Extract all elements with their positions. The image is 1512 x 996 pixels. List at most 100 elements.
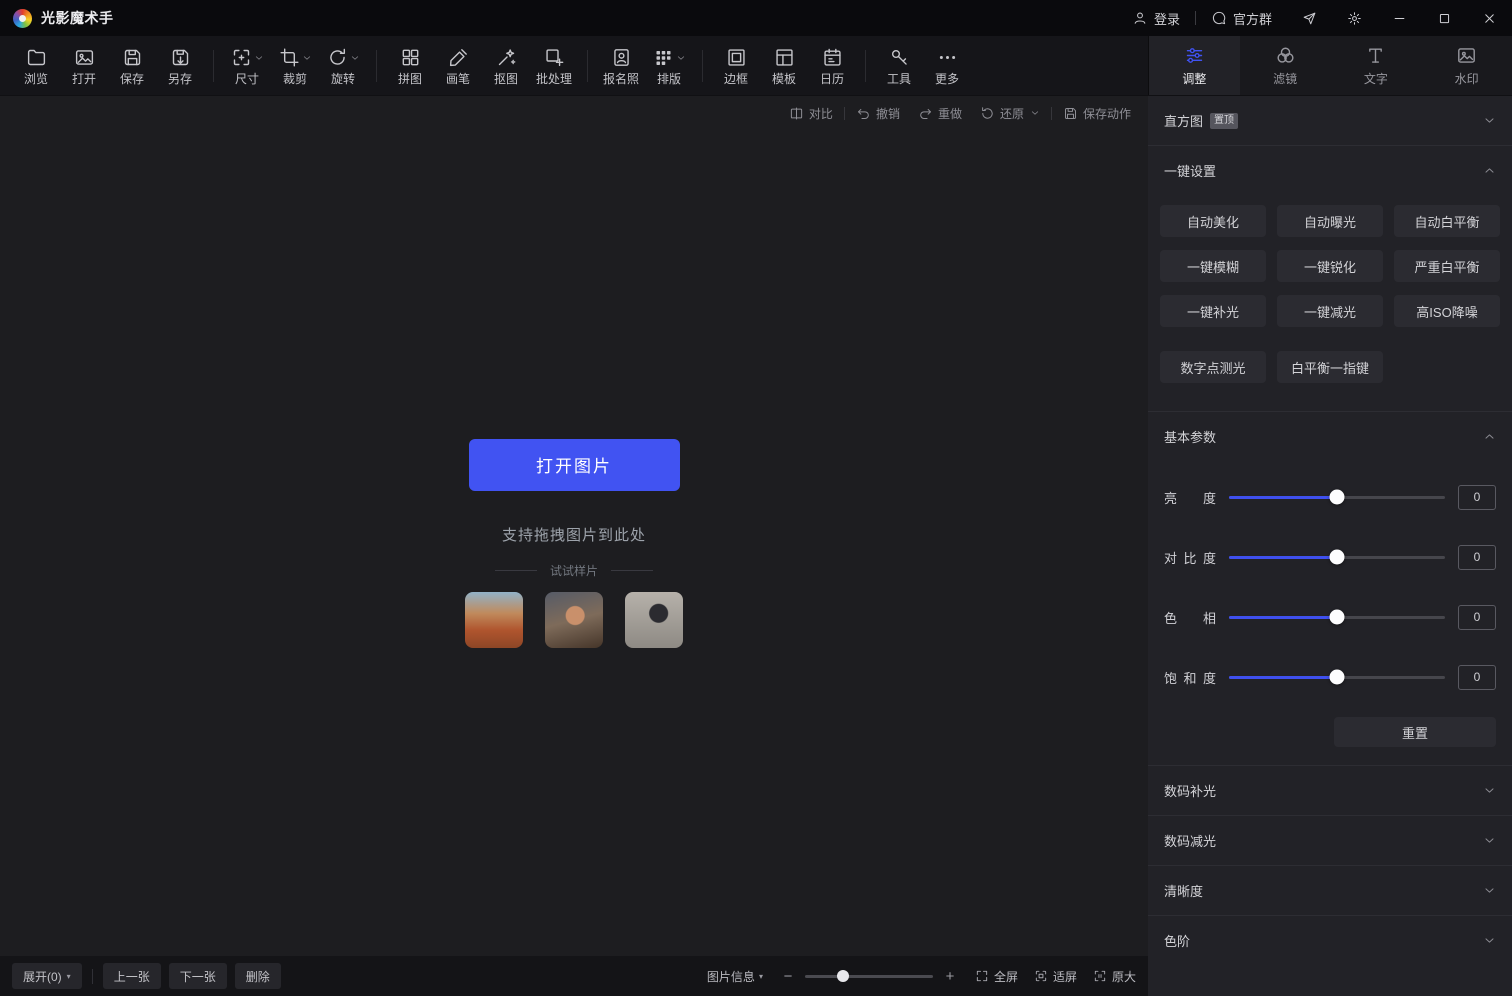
toolbar-save-label: 保存: [120, 73, 144, 85]
toolbar-more-button[interactable]: 更多: [923, 39, 971, 93]
tab-watermark[interactable]: 水印: [1421, 36, 1512, 95]
expand-button[interactable]: 展开(0) ▾: [12, 963, 82, 989]
toolbar-calendar-button[interactable]: 日历: [808, 39, 856, 93]
zoom-slider-thumb[interactable]: [837, 970, 849, 982]
save-action-button[interactable]: 保存动作: [1054, 96, 1140, 130]
toolbar-layout-button[interactable]: 排版: [645, 39, 693, 93]
toolbar-id-photo-button[interactable]: 报名照: [597, 39, 645, 93]
open-image-button[interactable]: 打开图片: [469, 439, 680, 491]
one-key-blur-button[interactable]: 一键模糊: [1160, 250, 1266, 282]
template-icon: [774, 47, 795, 68]
one-key-sharpen-button[interactable]: 一键锐化: [1277, 250, 1383, 282]
pin-top-badge[interactable]: 置顶: [1210, 113, 1238, 129]
login-button[interactable]: 登录: [1117, 0, 1195, 36]
toolbar-save-button[interactable]: 保存: [108, 39, 156, 93]
zoom-controls: − +: [781, 969, 957, 984]
toolbar-tools-button[interactable]: 工具: [875, 39, 923, 93]
zoom-in-button[interactable]: +: [943, 969, 957, 984]
toolbar-open-button[interactable]: 打开: [60, 39, 108, 93]
contrast-slider-thumb[interactable]: [1330, 550, 1345, 565]
prev-image-button[interactable]: 上一张: [103, 963, 161, 989]
severe-white-balance-button[interactable]: 严重白平衡: [1394, 250, 1500, 282]
digital-fill-light-section-header[interactable]: 数码补光: [1148, 766, 1512, 815]
saturation-slider[interactable]: [1229, 676, 1445, 679]
toolbar-brush-button[interactable]: 画笔: [434, 39, 482, 93]
toolbar-crop-button[interactable]: 裁剪: [271, 39, 319, 93]
contrast-slider[interactable]: [1229, 556, 1445, 559]
auto-beautify-button[interactable]: 自动美化: [1160, 205, 1266, 237]
undo-button[interactable]: 撤销: [847, 96, 909, 130]
saturation-value-input[interactable]: 0: [1458, 665, 1496, 690]
frame-icon: [726, 47, 747, 68]
minimize-button[interactable]: [1377, 0, 1422, 36]
drop-hint-text: 支持拖拽图片到此处: [502, 524, 646, 545]
basic-params-section-header[interactable]: 基本参数: [1148, 412, 1512, 461]
toolbar-browse-button[interactable]: 浏览: [12, 39, 60, 93]
chat-icon: [1211, 10, 1227, 26]
hue-slider-thumb[interactable]: [1330, 610, 1345, 625]
restore-button[interactable]: 还原: [971, 96, 1049, 130]
next-image-button[interactable]: 下一张: [169, 963, 227, 989]
image-info-toggle[interactable]: 图片信息 ▾: [707, 968, 763, 985]
toolbar-template-button[interactable]: 模板: [760, 39, 808, 93]
sample-desk-flatlay[interactable]: [625, 592, 683, 648]
toolbar-rotate-button[interactable]: 旋转: [319, 39, 367, 93]
toolbar-save-as-button[interactable]: 另存: [156, 39, 204, 93]
toolbar-frame-label: 边框: [724, 73, 748, 85]
brightness-value-input[interactable]: 0: [1458, 485, 1496, 510]
brightness-slider-thumb[interactable]: [1330, 490, 1345, 505]
digital-dim-light-section-header[interactable]: 数码减光: [1148, 816, 1512, 865]
contrast-value-input[interactable]: 0: [1458, 545, 1496, 570]
toolbar-resize-button[interactable]: 尺寸: [223, 39, 271, 93]
original-size-label: 原大: [1112, 968, 1136, 985]
white-balance-one-key-button[interactable]: 白平衡一指键: [1277, 351, 1383, 383]
brightness-slider[interactable]: [1229, 496, 1445, 499]
redo-button[interactable]: 重做: [909, 96, 971, 130]
restore-icon: [980, 106, 995, 121]
save-action-label: 保存动作: [1083, 105, 1131, 122]
toolbar-frame-button[interactable]: 边框: [712, 39, 760, 93]
histogram-section-title: 直方图: [1164, 111, 1203, 130]
saturation-slider-thumb[interactable]: [1330, 670, 1345, 685]
divider-line: [495, 570, 537, 571]
samples-label-row: 试试样片: [495, 562, 653, 579]
digital-spot-metering-button[interactable]: 数字点测光: [1160, 351, 1266, 383]
toolbar-cutout-button[interactable]: 抠图: [482, 39, 530, 93]
action-bar-separator: [844, 107, 845, 120]
sample-portrait[interactable]: [545, 592, 603, 648]
settings-button[interactable]: [1332, 0, 1377, 36]
sample-desert-road[interactable]: [465, 592, 523, 648]
auto-exposure-button[interactable]: 自动曝光: [1277, 205, 1383, 237]
saturation-label: 饱和度: [1164, 668, 1216, 687]
zoom-slider[interactable]: [805, 975, 933, 978]
fit-screen-button[interactable]: 适屏: [1034, 968, 1077, 985]
original-size-button[interactable]: 原大: [1093, 968, 1136, 985]
one-key-dim-light-button[interactable]: 一键减光: [1277, 295, 1383, 327]
toolbar-batch-button[interactable]: 批处理: [530, 39, 578, 93]
official-group-button[interactable]: 官方群: [1196, 0, 1287, 36]
tab-adjust[interactable]: 调整: [1149, 36, 1240, 95]
zoom-out-button[interactable]: −: [781, 969, 795, 984]
one-key-settings-section-header[interactable]: 一键设置: [1148, 146, 1512, 195]
high-iso-denoise-button[interactable]: 高ISO降噪: [1394, 295, 1500, 327]
canvas-drop-zone[interactable]: 打开图片 支持拖拽图片到此处 试试样片: [0, 130, 1148, 956]
compare-button[interactable]: 对比: [780, 96, 842, 130]
toolbar-collage-button[interactable]: 拼图: [386, 39, 434, 93]
auto-white-balance-button[interactable]: 自动白平衡: [1394, 205, 1500, 237]
contrast-slider-row: 对比度0: [1164, 527, 1496, 587]
fullscreen-button[interactable]: 全屏: [975, 968, 1018, 985]
histogram-section-header[interactable]: 直方图 置顶: [1148, 96, 1512, 145]
share-button[interactable]: [1287, 0, 1332, 36]
close-button[interactable]: [1467, 0, 1512, 36]
tab-filter[interactable]: 滤镜: [1240, 36, 1331, 95]
clarity-section-header[interactable]: 清晰度: [1148, 866, 1512, 915]
maximize-button[interactable]: [1422, 0, 1467, 36]
reset-button[interactable]: 重置: [1334, 717, 1496, 747]
hue-slider[interactable]: [1229, 616, 1445, 619]
chevron-down-icon: [1483, 834, 1496, 847]
levels-section-header[interactable]: 色阶: [1148, 916, 1512, 965]
tab-text[interactable]: 文字: [1331, 36, 1422, 95]
one-key-fill-light-button[interactable]: 一键补光: [1160, 295, 1266, 327]
delete-image-button[interactable]: 删除: [235, 963, 281, 989]
hue-value-input[interactable]: 0: [1458, 605, 1496, 630]
